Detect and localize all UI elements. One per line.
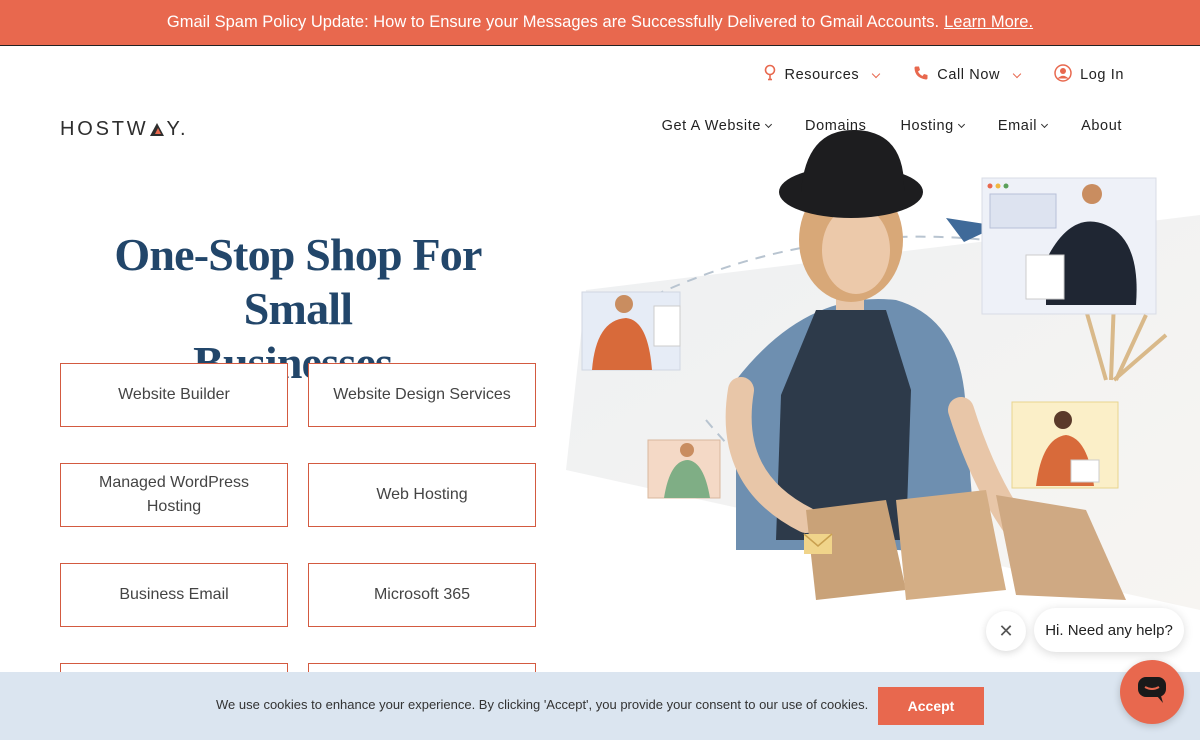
main-nav: Get A Website Domains Hosting Email Abou…: [662, 118, 1122, 134]
nav-get-a-website[interactable]: Get A Website: [661, 118, 773, 134]
accept-cookies-button[interactable]: Accept: [878, 687, 984, 725]
website-builder-button[interactable]: Website Builder: [60, 363, 288, 427]
close-icon: ✕: [998, 620, 1014, 641]
lightbulb-icon: [763, 64, 777, 86]
resources-menu[interactable]: Resources: [763, 64, 881, 86]
nav-about[interactable]: About: [1081, 118, 1122, 134]
logo-text-start: HOSTW: [60, 118, 149, 140]
chevron-down-icon: [764, 120, 773, 129]
user-icon: [1054, 64, 1072, 86]
chevron-down-icon: [957, 120, 965, 129]
resources-label: Resources: [784, 67, 860, 83]
chat-icon: [1137, 676, 1167, 709]
learn-more-link[interactable]: Learn More.: [944, 13, 1033, 32]
nav-hosting[interactable]: Hosting: [900, 118, 965, 134]
chat-close-button[interactable]: ✕: [986, 611, 1026, 651]
microsoft-365-button[interactable]: Microsoft 365: [308, 563, 536, 627]
managed-wordpress-hosting-button[interactable]: Managed WordPress Hosting: [60, 463, 288, 527]
hostway-logo[interactable]: HOSTW Y.: [60, 118, 188, 141]
nav-hosting-label: Hosting: [900, 118, 954, 134]
phone-icon: [913, 65, 929, 85]
business-email-button[interactable]: Business Email: [60, 563, 288, 627]
logo-text-end: Y.: [166, 118, 189, 140]
logo-wedge-icon: [150, 123, 165, 136]
hero-illustration: [566, 120, 1200, 630]
nav-email[interactable]: Email: [997, 118, 1049, 134]
announcement-bar: Gmail Spam Policy Update: How to Ensure …: [0, 0, 1200, 46]
chat-greeting-text: Hi. Need any help?: [1045, 621, 1173, 639]
chat-launcher-button[interactable]: [1120, 660, 1184, 724]
nav-domains[interactable]: Domains: [805, 118, 866, 134]
website-design-services-button[interactable]: Website Design Services: [308, 363, 536, 427]
nav-get-a-website-label: Get A Website: [661, 118, 762, 134]
log-in-link[interactable]: Log In: [1054, 64, 1124, 86]
utility-nav: Resources Call Now Log In: [763, 64, 1124, 86]
call-now-menu[interactable]: Call Now: [913, 65, 1022, 85]
chevron-down-icon: [1012, 69, 1022, 78]
hero-title-line1: One-Stop Shop For Small: [114, 229, 482, 334]
call-now-label: Call Now: [937, 67, 1001, 83]
nav-email-label: Email: [997, 118, 1038, 134]
cookie-text: We use cookies to enhance your experienc…: [216, 697, 869, 712]
chevron-down-icon: [1041, 120, 1049, 129]
chat-greeting-bubble[interactable]: Hi. Need any help?: [1034, 608, 1184, 652]
log-in-label: Log In: [1080, 67, 1124, 83]
cookie-banner: We use cookies to enhance your experienc…: [0, 672, 1200, 740]
nav-domains-label: Domains: [805, 118, 867, 134]
chevron-down-icon: [872, 69, 881, 78]
web-hosting-button[interactable]: Web Hosting: [308, 463, 536, 527]
announcement-text: Gmail Spam Policy Update: How to Ensure …: [166, 13, 940, 31]
nav-about-label: About: [1081, 118, 1122, 134]
